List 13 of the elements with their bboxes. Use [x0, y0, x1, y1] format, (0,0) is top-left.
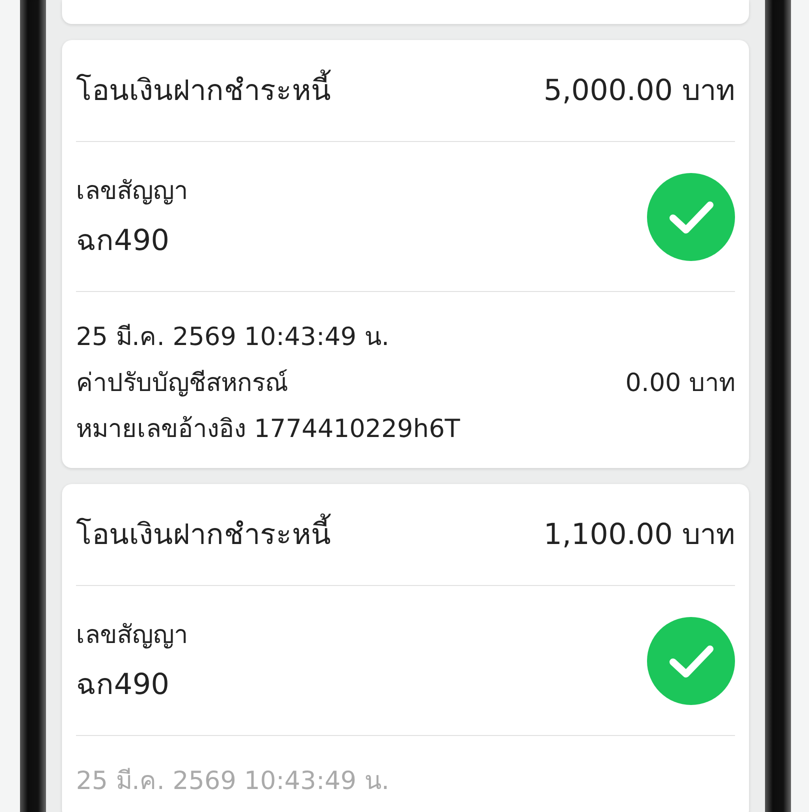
contract-label: เลขสัญญา	[76, 618, 188, 650]
contract-number: ฉก490	[76, 666, 170, 702]
transaction-amount: 1,100.00 บาท	[544, 516, 735, 553]
transaction-date: 25 มี.ค. 2569 10:43:49 น.	[76, 765, 390, 797]
fine-label: ค่าปรับบัญชีสหกรณ์	[76, 367, 288, 399]
reference-number: หมายเลขอ้างอิง 1774410229h6T	[76, 413, 462, 445]
transaction-title: โอนเงินฝากชำระหนี้	[76, 68, 331, 112]
fine-amount: 0.00 บาท	[625, 367, 735, 399]
contract-label: เลขสัญญา	[76, 174, 188, 206]
contract-number: ฉก490	[76, 222, 170, 258]
transaction-amount: 5,000.00 บาท	[544, 72, 735, 109]
transaction-date: 25 มี.ค. 2569 10:43:49 น.	[76, 321, 390, 353]
transaction-title: โอนเงินฝากชำระหนี้	[76, 512, 331, 556]
